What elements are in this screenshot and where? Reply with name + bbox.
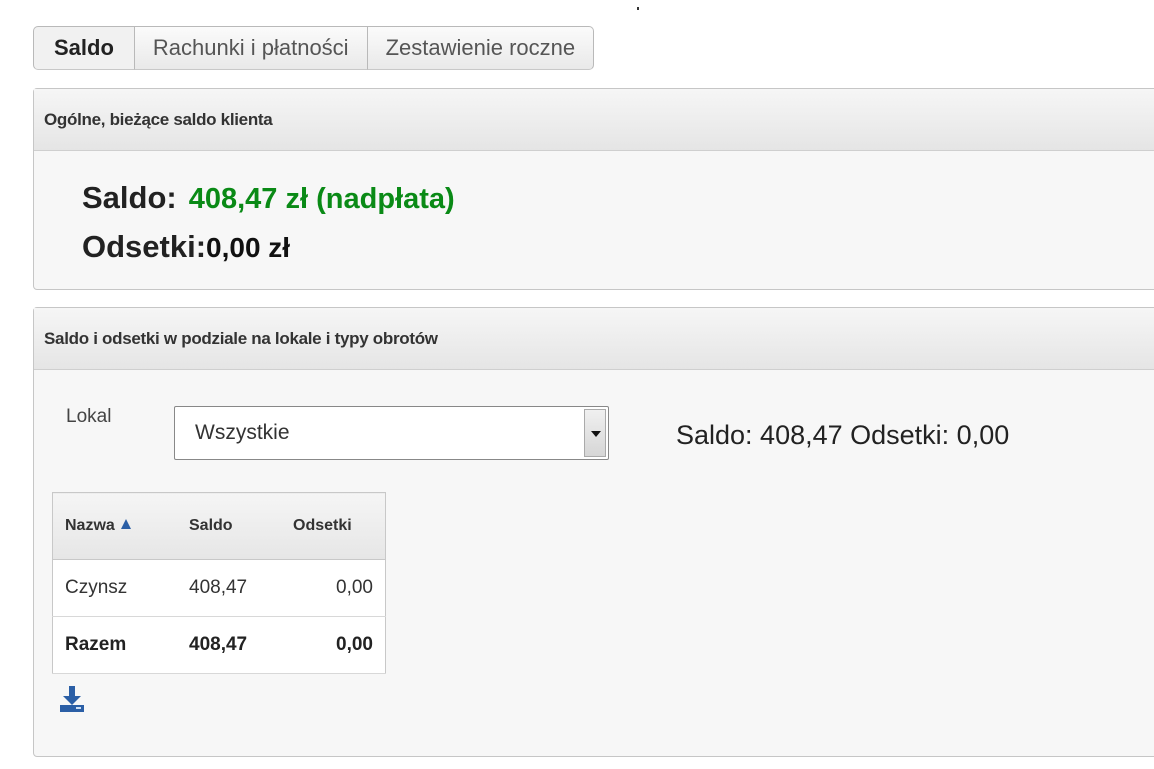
saldo-label: Saldo: — [82, 180, 177, 215]
lokal-label: Lokal — [66, 406, 112, 427]
col-odsetki-header[interactable]: Odsetki — [281, 492, 386, 560]
general-balance-title: Ogólne, bieżące saldo klienta — [34, 89, 1154, 151]
stray-dot — [637, 7, 639, 10]
tab-zestawienie[interactable]: Zestawienie roczne — [366, 26, 595, 70]
table-row: Czynsz 408,47 0,00 — [52, 559, 386, 617]
detail-summary: Saldo: 408,47 Odsetki: 0,00 — [676, 420, 1010, 450]
cell-odsetki: 0,00 — [281, 559, 386, 617]
table-total-row: Razem 408,47 0,00 — [52, 616, 386, 674]
odsetki-line: Odsetki:0,00 zł — [82, 229, 290, 265]
col-saldo-header[interactable]: Saldo — [177, 492, 281, 560]
total-saldo: 408,47 — [177, 616, 281, 674]
col-nazwa-header[interactable]: Nazwa — [52, 492, 177, 560]
tab-rachunki[interactable]: Rachunki i płatności — [133, 26, 368, 70]
cell-nazwa: Czynsz — [52, 559, 177, 617]
odsetki-value: 0,00 zł — [206, 232, 291, 263]
lokal-select[interactable]: Wszystkie — [174, 406, 609, 460]
lokal-select-value: Wszystkie — [195, 421, 290, 444]
total-odsetki: 0,00 — [281, 616, 386, 674]
chevron-down-icon[interactable] — [584, 409, 606, 457]
download-icon[interactable] — [58, 685, 86, 713]
saldo-line: Saldo: 408,47 zł (nadpłata) — [82, 180, 455, 216]
tab-saldo[interactable]: Saldo — [33, 26, 135, 70]
total-label: Razem — [52, 616, 177, 674]
odsetki-label: Odsetki: — [82, 229, 207, 264]
balance-table: Nazwa Saldo Odsetki Czynsz 408,47 0,00 R… — [52, 492, 386, 674]
cell-saldo: 408,47 — [177, 559, 281, 617]
sort-asc-icon — [120, 519, 131, 529]
tab-bar: Saldo Rachunki i płatności Zestawienie r… — [33, 26, 595, 72]
detail-panel-title: Saldo i odsetki w podziale na lokale i t… — [34, 308, 1154, 370]
table-header-row: Nazwa Saldo Odsetki — [52, 492, 386, 560]
col-nazwa-label: Nazwa — [65, 517, 115, 534]
saldo-value: 408,47 zł (nadpłata) — [188, 183, 455, 215]
